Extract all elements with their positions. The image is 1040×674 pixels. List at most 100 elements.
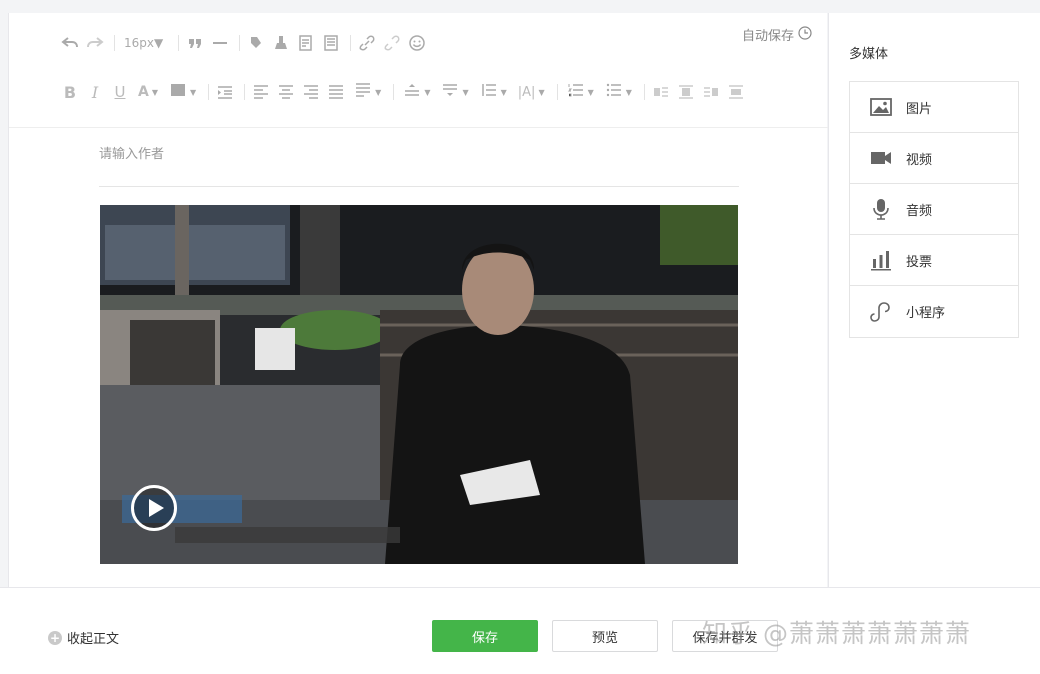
float-left-icon[interactable] — [650, 81, 672, 103]
chevron-down-icon: ▼ — [424, 87, 431, 97]
chevron-down-icon: ▼ — [462, 87, 469, 97]
editor-panel: 16px ▼ B I U A ▼ ▼ ▼ ▼ ▼ ▼ |A| ▼ ▼ ▼ 自动保… — [8, 13, 828, 587]
toolbar-divider — [556, 84, 558, 100]
chevron-down-icon: ▼ — [190, 87, 197, 97]
play-icon — [148, 499, 164, 517]
background-color-dropdown[interactable]: ▼ — [165, 81, 200, 103]
toolbar-divider — [643, 84, 645, 100]
microphone-icon — [869, 198, 893, 220]
ordered-list-icon — [567, 81, 585, 103]
app-window: 16px ▼ B I U A ▼ ▼ ▼ ▼ ▼ ▼ |A| ▼ ▼ ▼ 自动保… — [0, 0, 1040, 674]
autosave-status[interactable]: 自动保存 — [742, 25, 812, 44]
format-painter-icon[interactable] — [245, 32, 267, 54]
unordered-list-dropdown[interactable]: ▼ — [601, 81, 636, 103]
media-item-label: 视频 — [906, 152, 933, 168]
plus-circle-icon: + — [48, 630, 62, 645]
link-icon[interactable] — [356, 32, 378, 54]
mini-program-icon — [869, 301, 893, 323]
chevron-down-icon: ▼ — [500, 87, 507, 97]
media-item-label: 音频 — [906, 203, 933, 219]
align-justify-icon[interactable] — [325, 81, 347, 103]
toolbar-divider — [350, 35, 352, 51]
indent-icon[interactable] — [214, 81, 236, 103]
toolbar-row-1: 16px ▼ — [59, 31, 431, 55]
author-input[interactable]: 请输入作者 — [99, 137, 739, 187]
media-item-image[interactable]: 图片 — [850, 82, 1018, 133]
chevron-down-icon: ▼ — [375, 87, 382, 97]
float-center-icon[interactable] — [725, 81, 747, 103]
media-item-vote[interactable]: 投票 — [850, 235, 1018, 286]
align-more-dropdown[interactable]: ▼ — [350, 81, 385, 103]
play-button[interactable] — [131, 485, 177, 531]
letter-spacing-icon: |A| — [517, 84, 536, 100]
redo-icon[interactable] — [84, 32, 106, 54]
toolbar-row-2: B I U A ▼ ▼ ▼ ▼ ▼ ▼ |A| ▼ ▼ ▼ — [59, 80, 750, 104]
chevron-down-icon: ▼ — [625, 87, 632, 97]
media-item-label: 图片 — [906, 101, 933, 117]
collapse-content-button[interactable]: + 收起正文 — [48, 628, 119, 647]
toolbar-divider — [208, 84, 210, 100]
unlink-icon[interactable] — [381, 32, 403, 54]
horizontal-rule-icon[interactable] — [209, 32, 231, 54]
line-spacing-before-dropdown[interactable]: ▼ — [399, 81, 434, 103]
toolbar-divider — [244, 84, 246, 100]
unordered-list-icon — [605, 81, 623, 103]
video-thumbnail — [100, 205, 738, 564]
font-color-dropdown[interactable]: A ▼ — [134, 81, 162, 103]
align-distribute-icon — [354, 81, 372, 103]
font-size-dropdown[interactable]: 16px ▼ — [120, 32, 167, 54]
image-icon — [869, 96, 893, 118]
bold-icon[interactable]: B — [59, 81, 81, 103]
media-item-label: 小程序 — [906, 306, 946, 321]
float-right-icon[interactable] — [700, 81, 722, 103]
editor-toolbar: 16px ▼ B I U A ▼ ▼ ▼ ▼ ▼ ▼ |A| ▼ ▼ ▼ 自动保… — [9, 13, 828, 128]
toolbar-divider — [393, 84, 395, 100]
line-height-dropdown[interactable]: ▼ — [476, 81, 511, 103]
italic-icon[interactable]: I — [84, 81, 106, 103]
media-sidebar: 多媒体 图片 视频 音频 投票 小程序 — [828, 13, 1040, 587]
spacing-before-icon — [403, 81, 421, 103]
clear-format-icon[interactable] — [270, 32, 292, 54]
page-settings-icon[interactable] — [320, 32, 342, 54]
preview-button[interactable]: 预览 — [552, 620, 658, 652]
font-color-icon: A — [138, 84, 149, 100]
letter-spacing-dropdown[interactable]: |A| ▼ — [514, 81, 549, 103]
background-color-icon — [169, 81, 187, 103]
line-spacing-after-dropdown[interactable]: ▼ — [437, 81, 472, 103]
toolbar-divider — [114, 35, 115, 51]
save-button[interactable]: 保存 — [432, 620, 538, 652]
chevron-down-icon: ▼ — [587, 87, 594, 97]
media-item-audio[interactable]: 音频 — [850, 184, 1018, 235]
bar-chart-icon — [869, 249, 893, 271]
chevron-down-icon: ▼ — [154, 36, 164, 50]
insert-template-icon[interactable] — [295, 32, 317, 54]
media-list: 图片 视频 音频 投票 小程序 — [849, 81, 1019, 338]
align-right-icon[interactable] — [300, 81, 322, 103]
watermark: 知乎 @萧萧萧萧萧萧萧 — [702, 619, 971, 648]
font-size-value: 16px — [124, 36, 154, 50]
line-height-icon — [480, 81, 498, 103]
video-player[interactable] — [100, 205, 738, 564]
media-item-video[interactable]: 视频 — [850, 133, 1018, 184]
align-left-icon[interactable] — [250, 81, 272, 103]
clock-icon — [798, 25, 812, 44]
collapse-label: 收起正文 — [67, 632, 120, 647]
footer-bar: + 收起正文 保存 预览 保存并群发 知乎 @萧萧萧萧萧萧萧 — [0, 587, 1040, 674]
autosave-label: 自动保存 — [741, 29, 794, 44]
media-item-mini-program[interactable]: 小程序 — [850, 286, 1018, 337]
emoji-icon[interactable] — [406, 32, 428, 54]
float-none-icon[interactable] — [675, 81, 697, 103]
ordered-list-dropdown[interactable]: ▼ — [563, 81, 598, 103]
align-center-icon[interactable] — [275, 81, 297, 103]
toolbar-divider — [239, 35, 241, 51]
chevron-down-icon: ▼ — [151, 87, 158, 97]
media-item-label: 投票 — [906, 254, 933, 270]
underline-icon[interactable]: U — [109, 81, 131, 103]
blockquote-icon[interactable] — [184, 32, 206, 54]
video-camera-icon — [869, 147, 893, 169]
toolbar-divider — [178, 35, 180, 51]
undo-icon[interactable] — [59, 32, 81, 54]
chevron-down-icon: ▼ — [538, 87, 545, 97]
sidebar-title: 多媒体 — [849, 47, 889, 62]
spacing-after-icon — [441, 81, 459, 103]
